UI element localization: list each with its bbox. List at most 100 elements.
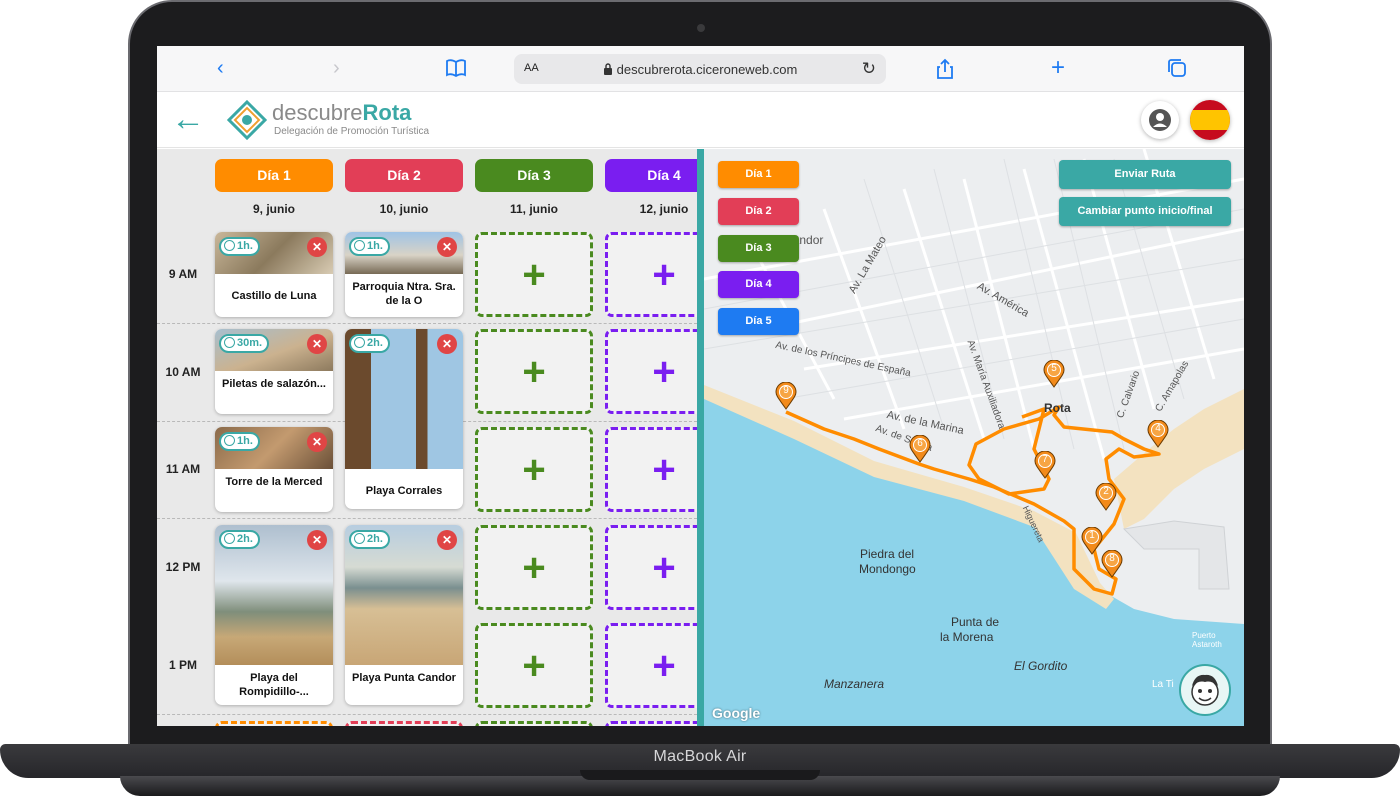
user-avatar-button[interactable] — [1141, 101, 1179, 139]
day-4-tab[interactable]: Día 4 — [605, 159, 697, 192]
map-label: Piedra del — [860, 547, 915, 561]
map-day-5-button[interactable]: Día 5 — [718, 308, 799, 335]
day-2-tab[interactable]: Día 2 — [345, 159, 463, 192]
route-marker-1[interactable]: 1 — [1081, 526, 1103, 555]
route-marker-2[interactable]: 2 — [1095, 482, 1117, 511]
activity-card[interactable]: 2h. ✕ Playa del Rompidillo-... — [215, 525, 333, 705]
send-route-button[interactable]: Enviar Ruta — [1059, 160, 1231, 189]
remove-button[interactable]: ✕ — [437, 530, 457, 550]
share-icon[interactable] — [935, 58, 955, 84]
add-activity-slot[interactable]: + — [475, 232, 593, 317]
route-marker-5[interactable]: 5 — [1043, 359, 1065, 388]
remove-button[interactable]: ✕ — [307, 334, 327, 354]
activity-card[interactable]: 1h. ✕ Castillo de Luna — [215, 232, 333, 317]
back-arrow-icon[interactable]: ← — [171, 102, 205, 136]
time-label: 10 AM — [165, 365, 201, 379]
map-day-3-button[interactable]: Día 3 — [718, 235, 799, 262]
lock-icon — [603, 63, 612, 75]
route-marker-4[interactable]: 4 — [1147, 419, 1169, 448]
activity-title: Torre de la Merced — [225, 476, 323, 488]
map-label: Punta de — [951, 615, 1000, 629]
duration-badge: 2h. — [349, 530, 390, 549]
remove-button[interactable]: ✕ — [307, 237, 327, 257]
duration-text: 2h. — [367, 337, 383, 349]
remove-button[interactable]: ✕ — [437, 334, 457, 354]
url-label: descubrerota.ciceroneweb.com — [616, 62, 798, 77]
itinerary-planner: Día 1 Día 2 Día 3 Día 4 9, junio 10, jun… — [157, 149, 697, 726]
plus-icon: + — [652, 350, 676, 394]
day-1-tab[interactable]: Día 1 — [215, 159, 333, 192]
bookmarks-icon[interactable] — [445, 58, 467, 82]
map-label: El Gordito — [1014, 659, 1068, 673]
activity-card[interactable]: 1h. ✕ Parroquia Ntra. Sra. de la O — [345, 232, 463, 317]
duration-text: 1h. — [237, 240, 253, 252]
new-tab-icon[interactable]: + — [1051, 56, 1065, 80]
map-label: la Morena — [940, 630, 994, 644]
activity-card[interactable]: 2h. ✕ Playa Corrales — [345, 329, 463, 509]
plus-icon: + — [522, 350, 546, 394]
add-activity-slot[interactable]: + — [605, 525, 697, 610]
address-bar[interactable]: AA descubrerota.ciceroneweb.com ↻ — [514, 54, 886, 84]
clock-icon — [354, 240, 365, 251]
reload-icon[interactable]: ↻ — [862, 59, 876, 79]
activity-title: Castillo de Luna — [231, 290, 317, 302]
map-label: Mondongo — [859, 562, 916, 576]
add-activity-slot[interactable]: + — [475, 525, 593, 610]
marker-number: 8 — [1109, 553, 1115, 564]
duration-text: 2h. — [237, 533, 253, 545]
add-activity-slot[interactable]: + — [475, 329, 593, 414]
add-activity-slot[interactable]: + — [475, 427, 593, 512]
activity-title: Playa del Rompidillo-... — [239, 672, 309, 698]
add-activity-slot[interactable]: + — [605, 232, 697, 317]
activity-card[interactable]: 30m. ✕ Piletas de salazón... — [215, 329, 333, 414]
add-activity-slot[interactable]: + — [475, 623, 593, 708]
duration-badge: 30m. — [219, 334, 270, 353]
spain-flag-icon[interactable] — [1190, 100, 1230, 140]
brand-tagline: Delegación de Promoción Turística — [274, 126, 430, 137]
day-3-tab[interactable]: Día 3 — [475, 159, 593, 192]
brand-name: descubreRota — [272, 102, 411, 124]
duration-text: 30m. — [237, 337, 263, 349]
plus-icon: + — [522, 644, 546, 688]
add-activity-slot[interactable] — [605, 721, 697, 726]
plus-icon: + — [652, 253, 676, 297]
route-map[interactable]: Candor Av. La Mateo Av. América Av. de l… — [704, 149, 1244, 726]
route-marker-6[interactable]: 6 — [909, 434, 931, 463]
change-start-end-button[interactable]: Cambiar punto inicio/final — [1059, 197, 1231, 226]
activity-card[interactable]: 2h. ✕ Playa Punta Candor — [345, 525, 463, 705]
add-activity-slot[interactable] — [215, 721, 333, 726]
remove-button[interactable]: ✕ — [307, 530, 327, 550]
marker-number: 2 — [1103, 486, 1109, 497]
brand-prefix: descubre — [272, 100, 363, 125]
map-label: Puerto Astaroth — [1192, 631, 1222, 649]
route-marker-7[interactable]: 7 — [1034, 450, 1056, 479]
activity-title: Playa Punta Candor — [352, 672, 456, 684]
remove-button[interactable]: ✕ — [307, 432, 327, 452]
duration-badge: 1h. — [219, 237, 260, 256]
add-activity-slot[interactable] — [475, 721, 593, 726]
mascot-icon[interactable] — [1179, 664, 1231, 716]
add-activity-slot[interactable]: + — [605, 623, 697, 708]
day-4-date: 12, junio — [639, 202, 689, 216]
back-chevron-icon[interactable]: ‹ — [217, 58, 224, 78]
brand-highlight: Rota — [362, 100, 412, 125]
map-day-2-button[interactable]: Día 2 — [718, 198, 799, 225]
add-activity-slot[interactable]: + — [605, 329, 697, 414]
duration-badge: 2h. — [349, 334, 390, 353]
remove-button[interactable]: ✕ — [437, 237, 457, 257]
duration-badge: 1h. — [349, 237, 390, 256]
map-day-4-button[interactable]: Día 4 — [718, 271, 799, 298]
route-marker-9[interactable]: 9 — [775, 381, 797, 410]
route-marker-8[interactable]: 8 — [1101, 549, 1123, 578]
marker-number: 6 — [917, 438, 923, 449]
panel-divider[interactable] — [697, 149, 704, 726]
row-divider — [157, 518, 697, 519]
marker-number: 4 — [1155, 423, 1161, 434]
activity-card[interactable]: 1h. ✕ Torre de la Merced — [215, 427, 333, 512]
map-day-1-button[interactable]: Día 1 — [718, 161, 799, 188]
add-activity-slot[interactable] — [345, 721, 463, 726]
forward-chevron-icon[interactable]: › — [333, 58, 340, 78]
add-activity-slot[interactable]: + — [605, 427, 697, 512]
tabs-icon[interactable] — [1167, 58, 1187, 82]
camera-icon — [697, 24, 705, 32]
